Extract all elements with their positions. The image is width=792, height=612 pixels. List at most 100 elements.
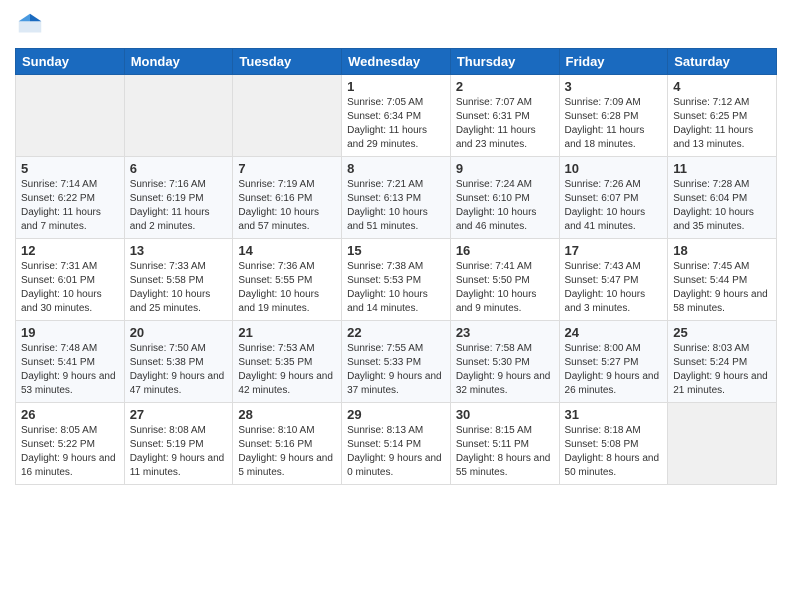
calendar-cell: 11 Sunrise: 7:28 AMSunset: 6:04 PMDayligh… — [668, 157, 777, 239]
day-number: 26 — [21, 407, 119, 422]
day-info: Sunrise: 7:41 AMSunset: 5:50 PMDaylight:… — [456, 260, 554, 316]
day-number: 5 — [21, 161, 119, 176]
day-info: Sunrise: 7:09 AMSunset: 6:28 PMDaylight:… — [565, 96, 663, 152]
day-info: Sunrise: 8:10 AMSunset: 5:16 PMDaylight:… — [238, 424, 336, 480]
day-number: 9 — [456, 161, 554, 176]
calendar-week-row: 26 Sunrise: 8:05 AMSunset: 5:22 PMDayligh… — [16, 403, 777, 485]
day-info: Sunrise: 7:48 AMSunset: 5:41 PMDaylight:… — [21, 342, 119, 398]
day-number: 23 — [456, 325, 554, 340]
day-info: Sunrise: 7:43 AMSunset: 5:47 PMDaylight:… — [565, 260, 663, 316]
day-number: 22 — [347, 325, 445, 340]
calendar-cell: 15 Sunrise: 7:38 AMSunset: 5:53 PMDayligh… — [342, 239, 451, 321]
calendar-cell: 14Sunrise: 7:36 AMSunset: 5:55 PMDayligh… — [233, 239, 342, 321]
day-number: 25 — [673, 325, 771, 340]
day-number: 31 — [565, 407, 663, 422]
day-info: Sunrise: 7:05 AMSunset: 6:34 PMDaylight:… — [347, 96, 445, 152]
weekday-header-friday: Friday — [559, 49, 668, 75]
logo — [15, 10, 49, 40]
day-info: Sunrise: 7:14 AMSunset: 6:22 PMDaylight:… — [21, 178, 119, 234]
calendar-cell: 13Sunrise: 7:33 AMSunset: 5:58 PMDayligh… — [124, 239, 233, 321]
calendar-cell: 23 Sunrise: 7:58 AMSunset: 5:30 PMDayligh… — [450, 321, 559, 403]
day-number: 15 — [347, 243, 445, 258]
page: SundayMondayTuesdayWednesdayThursdayFrid… — [0, 0, 792, 495]
day-number: 20 — [130, 325, 228, 340]
day-info: Sunrise: 7:53 AMSunset: 5:35 PMDaylight:… — [238, 342, 336, 398]
calendar-week-row: 1 Sunrise: 7:05 AMSunset: 6:34 PMDaylight… — [16, 75, 777, 157]
calendar-cell: 4 Sunrise: 7:12 AMSunset: 6:25 PMDaylight… — [668, 75, 777, 157]
calendar-cell: 31 Sunrise: 8:18 AMSunset: 5:08 PMDayligh… — [559, 403, 668, 485]
day-number: 10 — [565, 161, 663, 176]
day-info: Sunrise: 8:13 AMSunset: 5:14 PMDaylight:… — [347, 424, 445, 480]
day-number: 30 — [456, 407, 554, 422]
weekday-header-wednesday: Wednesday — [342, 49, 451, 75]
day-number: 28 — [238, 407, 336, 422]
day-number: 29 — [347, 407, 445, 422]
calendar-cell: 26 Sunrise: 8:05 AMSunset: 5:22 PMDayligh… — [16, 403, 125, 485]
day-info: Sunrise: 8:05 AMSunset: 5:22 PMDaylight:… — [21, 424, 119, 480]
day-number: 21 — [238, 325, 336, 340]
day-info: Sunrise: 7:58 AMSunset: 5:30 PMDaylight:… — [456, 342, 554, 398]
day-number: 3 — [565, 79, 663, 94]
day-number: 27 — [130, 407, 228, 422]
day-number: 1 — [347, 79, 445, 94]
day-info: Sunrise: 7:31 AMSunset: 6:01 PMDaylight:… — [21, 260, 119, 316]
calendar-cell: 9 Sunrise: 7:24 AMSunset: 6:10 PMDaylight… — [450, 157, 559, 239]
day-number: 19 — [21, 325, 119, 340]
header — [15, 10, 777, 40]
day-info: Sunrise: 7:07 AMSunset: 6:31 PMDaylight:… — [456, 96, 554, 152]
day-number: 7 — [238, 161, 336, 176]
calendar: SundayMondayTuesdayWednesdayThursdayFrid… — [15, 48, 777, 485]
day-info: Sunrise: 7:26 AMSunset: 6:07 PMDaylight:… — [565, 178, 663, 234]
day-number: 16 — [456, 243, 554, 258]
day-number: 4 — [673, 79, 771, 94]
calendar-cell: 6Sunrise: 7:16 AMSunset: 6:19 PMDaylight… — [124, 157, 233, 239]
day-info: Sunrise: 7:12 AMSunset: 6:25 PMDaylight:… — [673, 96, 771, 152]
day-info: Sunrise: 7:45 AMSunset: 5:44 PMDaylight:… — [673, 260, 771, 316]
day-number: 14 — [238, 243, 336, 258]
day-number: 11 — [673, 161, 771, 176]
day-number: 8 — [347, 161, 445, 176]
day-info: Sunrise: 8:18 AMSunset: 5:08 PMDaylight:… — [565, 424, 663, 480]
day-info: Sunrise: 7:24 AMSunset: 6:10 PMDaylight:… — [456, 178, 554, 234]
weekday-header-saturday: Saturday — [668, 49, 777, 75]
weekday-header-tuesday: Tuesday — [233, 49, 342, 75]
day-info: Sunrise: 8:15 AMSunset: 5:11 PMDaylight:… — [456, 424, 554, 480]
day-number: 24 — [565, 325, 663, 340]
calendar-cell: 16 Sunrise: 7:41 AMSunset: 5:50 PMDayligh… — [450, 239, 559, 321]
weekday-header-sunday: Sunday — [16, 49, 125, 75]
calendar-cell: 29 Sunrise: 8:13 AMSunset: 5:14 PMDayligh… — [342, 403, 451, 485]
day-info: Sunrise: 7:38 AMSunset: 5:53 PMDaylight:… — [347, 260, 445, 316]
day-info: Sunrise: 7:55 AMSunset: 5:33 PMDaylight:… — [347, 342, 445, 398]
calendar-cell: 21 Sunrise: 7:53 AMSunset: 5:35 PMDayligh… — [233, 321, 342, 403]
day-info: Sunrise: 8:00 AMSunset: 5:27 PMDaylight:… — [565, 342, 663, 398]
weekday-header-thursday: Thursday — [450, 49, 559, 75]
calendar-cell — [16, 75, 125, 157]
calendar-cell: 8 Sunrise: 7:21 AMSunset: 6:13 PMDaylight… — [342, 157, 451, 239]
calendar-cell: 30 Sunrise: 8:15 AMSunset: 5:11 PMDayligh… — [450, 403, 559, 485]
day-info: Sunrise: 7:33 AMSunset: 5:58 PMDaylight:… — [130, 260, 228, 316]
calendar-week-row: 19 Sunrise: 7:48 AMSunset: 5:41 PMDayligh… — [16, 321, 777, 403]
calendar-cell: 18Sunrise: 7:45 AMSunset: 5:44 PMDayligh… — [668, 239, 777, 321]
day-info: Sunrise: 8:03 AMSunset: 5:24 PMDaylight:… — [673, 342, 771, 398]
calendar-cell: 19 Sunrise: 7:48 AMSunset: 5:41 PMDayligh… — [16, 321, 125, 403]
calendar-cell: 3 Sunrise: 7:09 AMSunset: 6:28 PMDaylight… — [559, 75, 668, 157]
day-info: Sunrise: 7:28 AMSunset: 6:04 PMDaylight:… — [673, 178, 771, 234]
calendar-cell: 25 Sunrise: 8:03 AMSunset: 5:24 PMDayligh… — [668, 321, 777, 403]
calendar-week-row: 5 Sunrise: 7:14 AMSunset: 6:22 PMDaylight… — [16, 157, 777, 239]
calendar-cell — [233, 75, 342, 157]
calendar-cell: 2 Sunrise: 7:07 AMSunset: 6:31 PMDaylight… — [450, 75, 559, 157]
calendar-cell: 24 Sunrise: 8:00 AMSunset: 5:27 PMDayligh… — [559, 321, 668, 403]
day-info: Sunrise: 7:16 AMSunset: 6:19 PMDaylight:… — [130, 178, 228, 234]
calendar-cell: 7Sunrise: 7:19 AMSunset: 6:16 PMDaylight… — [233, 157, 342, 239]
calendar-cell: 20 Sunrise: 7:50 AMSunset: 5:38 PMDayligh… — [124, 321, 233, 403]
day-number: 17 — [565, 243, 663, 258]
day-info: Sunrise: 7:50 AMSunset: 5:38 PMDaylight:… — [130, 342, 228, 398]
calendar-cell — [124, 75, 233, 157]
calendar-cell: 12Sunrise: 7:31 AMSunset: 6:01 PMDayligh… — [16, 239, 125, 321]
calendar-cell: 5 Sunrise: 7:14 AMSunset: 6:22 PMDaylight… — [16, 157, 125, 239]
day-number: 2 — [456, 79, 554, 94]
weekday-header-row: SundayMondayTuesdayWednesdayThursdayFrid… — [16, 49, 777, 75]
calendar-cell — [668, 403, 777, 485]
day-info: Sunrise: 7:21 AMSunset: 6:13 PMDaylight:… — [347, 178, 445, 234]
calendar-cell: 17 Sunrise: 7:43 AMSunset: 5:47 PMDayligh… — [559, 239, 668, 321]
